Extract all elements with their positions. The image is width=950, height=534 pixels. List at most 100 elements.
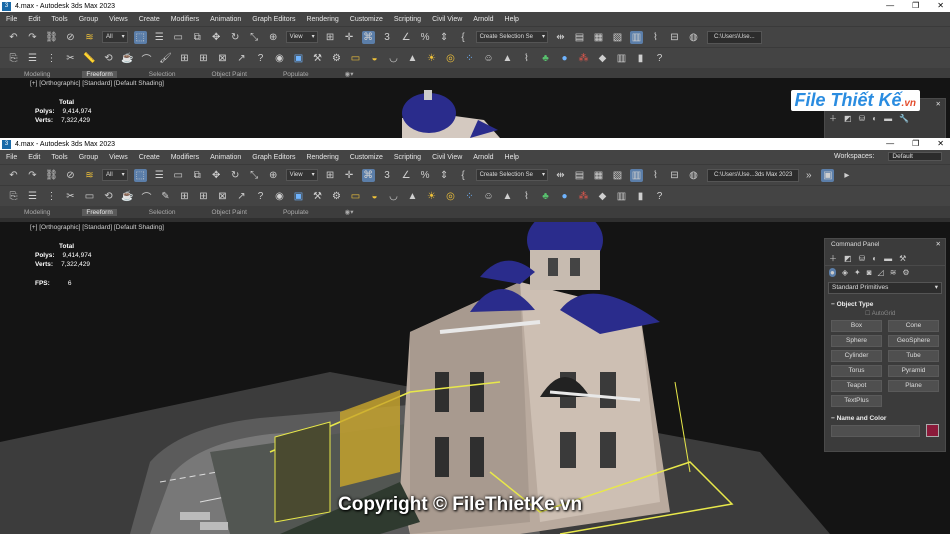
ribbon-toggle-icon[interactable]: ▥ [629,30,643,44]
scene-explorer-icon[interactable]: ▧ [611,31,624,44]
archive-icon[interactable]: ▥ [615,190,628,203]
menu-arnold[interactable]: Arnold [473,154,493,161]
arnold-render-icon[interactable]: ⁂ [577,52,590,65]
menu-create[interactable]: Create [139,16,160,23]
create-tab-icon[interactable]: ＋ [829,253,837,264]
menu-animation[interactable]: Animation [210,16,241,23]
arnold-render-icon[interactable]: ⁂ [577,190,590,203]
wrench-icon[interactable]: ⚙ [330,190,343,203]
cylinder-button[interactable]: Cylinder [831,350,882,362]
lasso-icon[interactable]: ⌒ [140,190,153,204]
lasso-icon[interactable]: ⌒ [140,52,153,66]
paint-icon[interactable]: ✎ [159,190,172,203]
primitive-category-dropdown[interactable]: Standard Primitives [828,282,942,294]
keyboard-shortcut-icon[interactable]: ⌘ [361,30,375,44]
percent-snap-icon[interactable]: % [419,169,432,182]
teapot-button[interactable]: Teapot [831,380,882,392]
archive-icon[interactable]: ▥ [615,52,628,65]
light-bulb-icon[interactable]: ▭ [349,52,362,65]
menu-modifiers[interactable]: Modifiers [171,16,199,23]
ribbon-tab-selection[interactable]: Selection [145,71,180,78]
menu-create[interactable]: Create [139,154,160,161]
close-icon[interactable]: ✕ [937,138,944,150]
menu-tools[interactable]: Tools [51,154,67,161]
grid-icon[interactable]: ⊞ [197,52,210,65]
lights-icon[interactable]: ✦ [854,268,861,277]
layers-icon[interactable]: ☰ [26,52,39,65]
spinner-snap-icon[interactable]: ⇕ [438,169,451,182]
select-by-name-icon[interactable]: ☰ [153,169,166,182]
xref-icon[interactable]: ⊞ [178,52,191,65]
unlink-icon[interactable]: ⊘ [64,31,77,44]
sun-icon[interactable]: ☀ [425,52,438,65]
box-button[interactable]: Box [831,320,882,332]
menu-tools[interactable]: Tools [51,16,67,23]
layer-icon[interactable]: ▦ [592,31,605,44]
pivot-icon[interactable]: ⊞ [324,31,337,44]
snaps-toggle-icon[interactable]: 3 [381,169,394,182]
arnold-light-icon[interactable]: ◆ [596,52,609,65]
scale-icon[interactable]: ⤡ [248,169,261,182]
ribbon-tab-populate[interactable]: Populate [279,71,313,78]
tube-button[interactable]: Tube [888,350,939,362]
teapot-icon[interactable]: ☕ [121,190,134,203]
sunlight-icon[interactable]: ▲ [406,190,419,203]
bowl-icon[interactable]: ◡ [387,52,400,65]
clone-array-icon[interactable]: ⋮ [45,52,58,65]
menu-civil-view[interactable]: Civil View [432,16,462,23]
arnold-icon[interactable]: ● [558,52,571,65]
keyboard-shortcut-icon[interactable]: ⌘ [361,168,375,182]
rotate-icon[interactable]: ↻ [229,169,242,182]
motion-tab-icon[interactable]: ◐ [872,254,877,263]
ruler-icon[interactable]: ▭ [83,190,96,203]
particle-icon[interactable]: ⁘ [463,52,476,65]
utilities-tab-icon[interactable]: ⚒ [899,254,906,263]
edit-named-sel-icon[interactable]: { [457,31,470,44]
redo-icon[interactable]: ↷ [26,169,39,182]
menu-scripting[interactable]: Scripting [394,154,421,161]
ribbon-toggle-icon[interactable]: ▥ [629,168,643,182]
menu-edit[interactable]: Edit [28,16,40,23]
dome-light-icon[interactable]: ◒ [368,190,381,203]
menu-scripting[interactable]: Scripting [394,16,421,23]
expand-toolbar-icon[interactable]: » [802,169,815,182]
systems-icon[interactable]: ⚙ [902,268,909,277]
menu-file[interactable]: File [6,154,17,161]
modify-tab-icon[interactable]: ◩ [844,254,852,263]
selection-filter-dropdown[interactable]: All [102,169,128,181]
menu-views[interactable]: Views [109,154,128,161]
viewport-top[interactable]: [+] [Orthographic] [Standard] [Default S… [0,78,950,138]
ribbon-tab-populate[interactable]: Populate [279,209,313,216]
restore-icon[interactable]: ❐ [912,138,919,150]
rect-selection-icon[interactable]: ▭ [172,169,185,182]
sun-icon[interactable]: ☀ [425,190,438,203]
object-name-field[interactable] [831,424,920,437]
angle-snap-icon[interactable]: ∠ [400,169,413,182]
menu-arnold[interactable]: Arnold [473,16,493,23]
select-manipulate-icon[interactable]: ✛ [343,31,356,44]
bowl-icon[interactable]: ◡ [387,190,400,203]
scale-icon[interactable]: ⤡ [248,31,261,44]
ruler-icon[interactable]: 📏 [83,52,96,65]
track-icon[interactable]: ⊠ [216,52,229,65]
ribbon-tab-freeform[interactable]: Freeform [82,208,117,216]
display-tab-icon[interactable]: ▬ [884,114,892,123]
ribbon-tab-modeling[interactable]: Modeling [20,71,54,78]
move-icon[interactable]: ✥ [210,31,223,44]
move-icon[interactable]: ✥ [210,169,223,182]
clone-icon[interactable]: ⎘ [7,190,20,203]
layer-icon[interactable]: ▦ [592,169,605,182]
select-object-icon[interactable]: ⬚ [133,30,147,44]
plane-button[interactable]: Plane [888,380,939,392]
arnold-icon[interactable]: ● [558,190,571,203]
ribbon-tab-selection[interactable]: Selection [145,209,180,216]
window-crossing-icon[interactable]: ⧉ [191,169,204,182]
link-icon[interactable]: ⛓ [45,169,58,182]
mirror-icon[interactable]: ⇹ [554,169,567,182]
material-editor-icon[interactable]: ◍ [687,169,700,182]
xref-icon[interactable]: ⊞ [178,190,191,203]
torus-button[interactable]: Torus [831,365,882,377]
close-icon[interactable]: ✕ [937,0,944,12]
sky-icon[interactable]: ◎ [444,52,457,65]
save-icon[interactable]: ▣ [821,168,835,182]
